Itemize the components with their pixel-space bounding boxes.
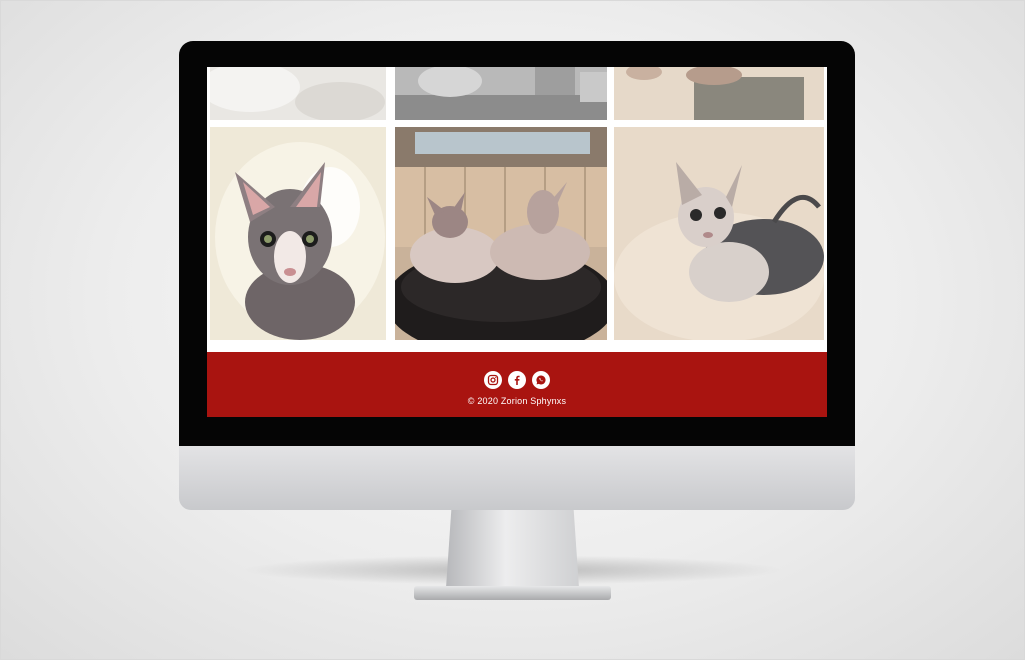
gallery-photo-cat-legs[interactable]	[614, 67, 824, 120]
monitor-stand	[446, 510, 579, 588]
gallery-photo-sphynx-cat-in-foam[interactable]	[614, 127, 824, 340]
instagram-icon[interactable]	[484, 371, 502, 389]
gallery-photo-two-sphynx-cats-on-bed[interactable]	[395, 127, 607, 340]
facebook-icon[interactable]	[508, 371, 526, 389]
website-screen: © 2020 Zorion Sphynxs	[207, 67, 827, 417]
social-links	[207, 371, 827, 389]
gallery-photo-sphynx-cat-in-bath[interactable]	[210, 127, 386, 340]
gallery-photo-bath-foam[interactable]	[210, 67, 386, 120]
site-footer: © 2020 Zorion Sphynxs	[207, 352, 827, 417]
copyright-text: © 2020 Zorion Sphynxs	[467, 396, 567, 406]
monitor-base	[414, 586, 611, 600]
whatsapp-icon[interactable]	[532, 371, 550, 389]
monitor-chin	[179, 446, 855, 510]
gallery-photo-bowl-floor[interactable]	[395, 67, 607, 120]
